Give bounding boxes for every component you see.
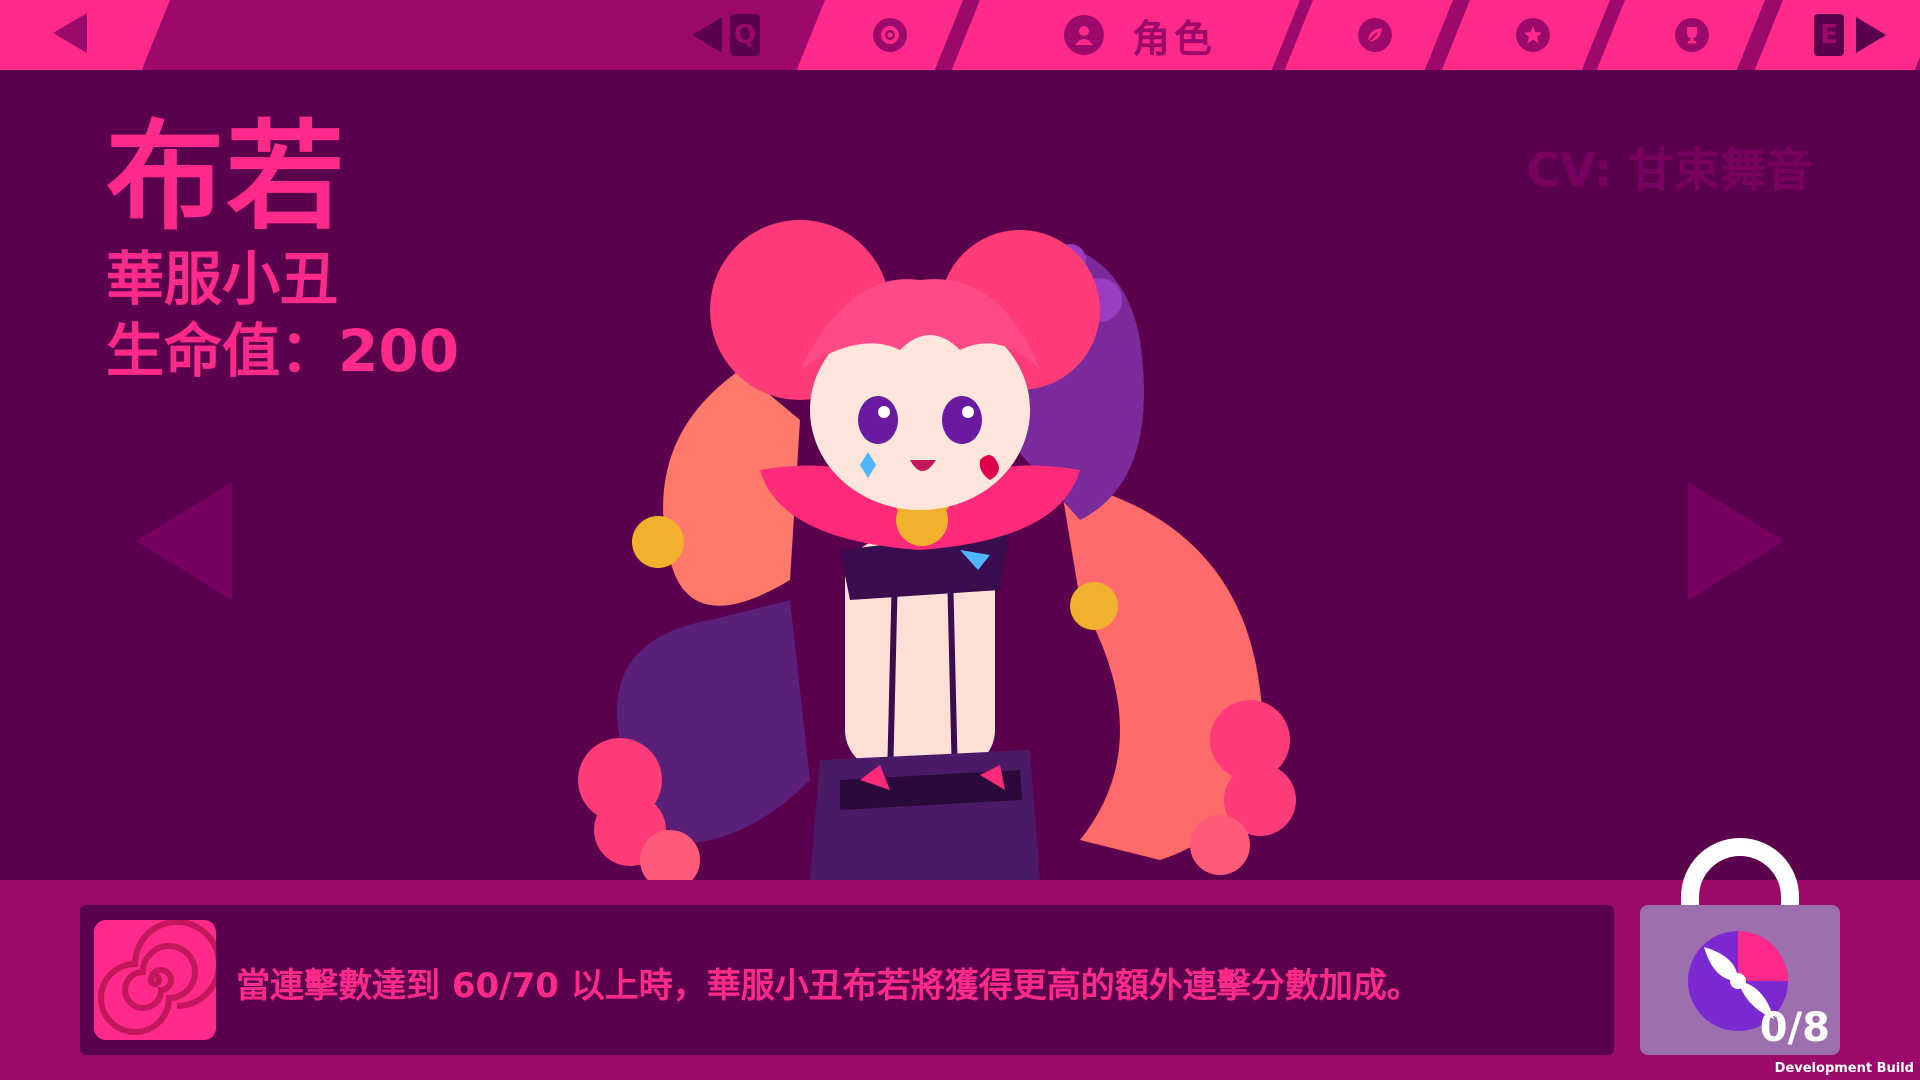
back-arrow-icon xyxy=(53,13,87,57)
character-icon xyxy=(1063,15,1104,55)
prev-character-button[interactable] xyxy=(136,482,232,600)
prev-tab-button[interactable]: Q xyxy=(676,0,776,70)
character-portrait xyxy=(560,220,1340,890)
development-build-label: Development Build xyxy=(1774,1061,1914,1076)
next-character-button[interactable] xyxy=(1688,482,1784,600)
star-icon xyxy=(1516,18,1550,52)
tab-leaf[interactable] xyxy=(1345,0,1405,70)
character-hp: 生命值：200 xyxy=(106,317,460,385)
character-name: 布若 xyxy=(106,108,347,246)
voice-actor-label: CV: 甘束舞音 xyxy=(1526,143,1812,197)
tab-character[interactable]: 角色 xyxy=(1030,0,1250,70)
tab-star[interactable] xyxy=(1503,0,1563,70)
trophy-icon xyxy=(1675,18,1709,52)
lock-body: 0/8 xyxy=(1640,905,1840,1055)
gear-icon xyxy=(873,18,907,52)
prev-key-hint: Q xyxy=(730,14,760,56)
unlock-progress-lock[interactable]: 0/8 xyxy=(1638,835,1842,1057)
leaf-icon xyxy=(1358,18,1392,52)
next-tab-button[interactable]: E xyxy=(1800,0,1900,70)
tab-character-label: 角色 xyxy=(1131,16,1216,61)
character-title: 華服小丑 xyxy=(106,245,339,313)
top-nav-bar: Q 角色 E xyxy=(0,0,1920,70)
next-character-arrow-icon xyxy=(1688,482,1784,600)
prev-character-arrow-icon xyxy=(136,482,232,600)
tab-trophy[interactable] xyxy=(1662,0,1722,70)
spiral-icon xyxy=(94,920,216,1040)
back-button[interactable] xyxy=(40,0,100,70)
next-key-hint: E xyxy=(1814,14,1844,56)
tab-settings[interactable] xyxy=(860,0,920,70)
prev-arrow-icon xyxy=(692,17,722,53)
skill-description: 當連擊數達到 60/70 以上時，華服小丑布若將獲得更高的額外連擊分數加成。 xyxy=(236,966,1421,1006)
unlock-progress-count: 0/8 xyxy=(1759,1005,1830,1051)
next-arrow-icon xyxy=(1856,17,1886,53)
